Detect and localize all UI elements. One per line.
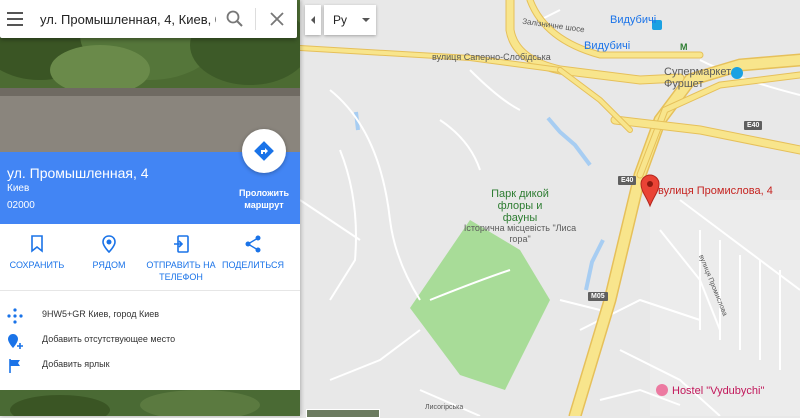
flag-icon [9, 359, 20, 373]
road-shield: M05 [588, 292, 608, 301]
language-select[interactable]: Ру [324, 5, 376, 35]
imagery-thumbnail[interactable] [306, 409, 380, 418]
action-bar: СОХРАНИТЬ РЯДОМ ОТПРАВИТЬ НА ТЕЛЕФОН ПОД… [0, 224, 300, 291]
plus-code-icon [7, 308, 23, 324]
hotel-pin-icon [656, 384, 668, 396]
poi-station-label[interactable]: Видубичі [610, 14, 656, 26]
send-to-phone-button[interactable]: ОТПРАВИТЬ НА ТЕЛЕФОН [146, 224, 216, 284]
chevron-left-icon [311, 16, 315, 24]
park-label[interactable]: Парк дикой флоры и фауны [470, 188, 570, 224]
road-label-sapernoslobidska: вулиця Саперно-Слобідська [432, 52, 551, 62]
add-label-text: Добавить ярлык [42, 359, 110, 369]
directions-label[interactable]: Проложить маршрут [228, 187, 300, 211]
nearby-label: РЯДОМ [92, 260, 126, 270]
poi-hotel-label[interactable]: Hostel "Vydubychi" [672, 385, 764, 397]
nearby-button[interactable]: РЯДОМ [74, 224, 144, 284]
send-to-phone-label: ОТПРАВИТЬ НА ТЕЛЕФОН [146, 260, 216, 282]
add-place-row[interactable]: Добавить отсутствующее место [0, 330, 300, 352]
park-subtitle: Історична місцевість "Лиса гора" [463, 223, 577, 244]
nearby-icon [102, 235, 116, 253]
place-zip: 02000 [7, 200, 35, 211]
park-name: Парк дикой флоры и фауны [491, 188, 549, 224]
svg-text:M: M [680, 42, 688, 52]
plus-code-row[interactable]: 9HW5+GR Киев, город Киев [0, 305, 300, 327]
close-icon[interactable] [267, 9, 287, 29]
marker-label[interactable]: вулиця Промислова, 4 [658, 185, 773, 197]
save-button[interactable]: СОХРАНИТЬ [2, 224, 72, 284]
share-button[interactable]: ПОДЕЛИТЬСЯ [218, 224, 288, 284]
dropdown-arrow-icon [362, 18, 370, 22]
search-box: ул. Промышленная, 4, Киев, 02000 [0, 0, 297, 38]
send-to-phone-icon [174, 235, 189, 253]
share-label: ПОДЕЛИТЬСЯ [222, 260, 284, 270]
add-label-row[interactable]: Добавить ярлык [0, 355, 300, 377]
poi-metro-label[interactable]: Видубичі [584, 40, 630, 52]
road-shield: E40 [744, 121, 763, 130]
menu-icon[interactable] [7, 12, 23, 26]
place-photo-secondary[interactable] [0, 390, 300, 416]
road-label-lysogirska: Лисогірська [425, 404, 464, 411]
save-label: СОХРАНИТЬ [9, 260, 65, 270]
search-input[interactable]: ул. Промышленная, 4, Киев, 02000 [40, 12, 216, 27]
directions-button[interactable] [242, 129, 286, 173]
place-city: Киев [7, 183, 30, 194]
share-icon [245, 235, 261, 253]
place-title: ул. Промышленная, 4 [7, 165, 149, 181]
road-shield: E40 [618, 176, 637, 185]
collapse-panel-button[interactable] [305, 5, 321, 35]
directions-icon [254, 141, 274, 161]
add-place-icon [8, 334, 23, 349]
poi-shop-label[interactable]: Супермаркет Фуршет [664, 66, 744, 90]
search-divider [255, 8, 256, 30]
place-panel: ул. Промышленная, 4, Киев, 02000 ул. Про… [0, 0, 300, 416]
search-icon[interactable] [225, 9, 245, 29]
bookmark-icon [31, 235, 43, 253]
add-place-text: Добавить отсутствующее место [42, 334, 176, 344]
plus-code-text: 9HW5+GR Киев, город Киев [42, 309, 160, 319]
language-value: Ру [333, 13, 348, 27]
